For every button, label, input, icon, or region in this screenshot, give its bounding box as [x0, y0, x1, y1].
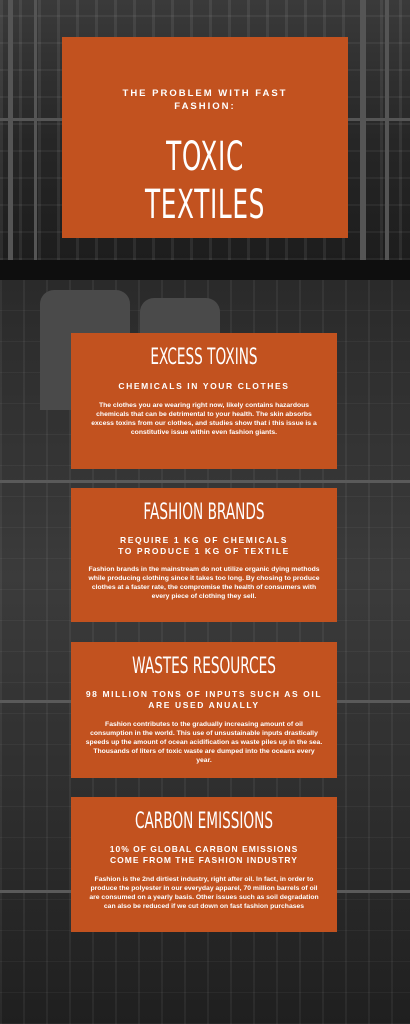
divider-band	[0, 260, 410, 280]
section-body: Fashion contributes to the gradually inc…	[85, 721, 323, 764]
section-title: EXCESS TOXINS	[150, 345, 258, 370]
section-subtitle: REQUIRE 1 KG OF CHEMICALS TO PRODUCE 1 K…	[118, 535, 290, 556]
factory-beam	[0, 480, 410, 483]
title-card: THE PROBLEM WITH FAST FASHION: TOXIC TEX…	[62, 37, 348, 238]
title-kicker: THE PROBLEM WITH FAST FASHION:	[122, 88, 288, 112]
section-body: Fashion is the 2nd dirtiest industry, ri…	[89, 876, 319, 910]
hero-pipe	[360, 0, 366, 260]
section-title: WASTES RESOURCES	[132, 654, 276, 679]
hero-pipe	[8, 0, 13, 260]
hero-pipe	[34, 0, 37, 260]
page-title: TOXIC TEXTILES	[144, 134, 266, 228]
section-carbon-emissions: CARBON EMISSIONS 10% OF GLOBAL CARBON EM…	[71, 797, 337, 932]
section-body: The clothes you are wearing right now, l…	[91, 402, 317, 436]
section-subtitle: 98 MILLION TONS OF INPUTS SUCH AS OIL AR…	[85, 689, 323, 710]
section-excess-toxins: EXCESS TOXINS CHEMICALS IN YOUR CLOTHES …	[71, 333, 337, 469]
section-fashion-brands: FASHION BRANDS REQUIRE 1 KG OF CHEMICALS…	[71, 488, 337, 622]
section-title: CARBON EMISSIONS	[134, 809, 274, 834]
section-subtitle: CHEMICALS IN YOUR CLOTHES	[118, 381, 290, 391]
section-subtitle: 10% OF GLOBAL CARBON EMISSIONS COME FROM…	[109, 844, 299, 865]
section-wastes-resources: WASTES RESOURCES 98 MILLION TONS OF INPU…	[71, 642, 337, 778]
section-title: FASHION BRANDS	[143, 500, 265, 525]
section-body: Fashion brands in the mainstream do not …	[88, 566, 320, 600]
hero-pipe	[385, 0, 389, 260]
